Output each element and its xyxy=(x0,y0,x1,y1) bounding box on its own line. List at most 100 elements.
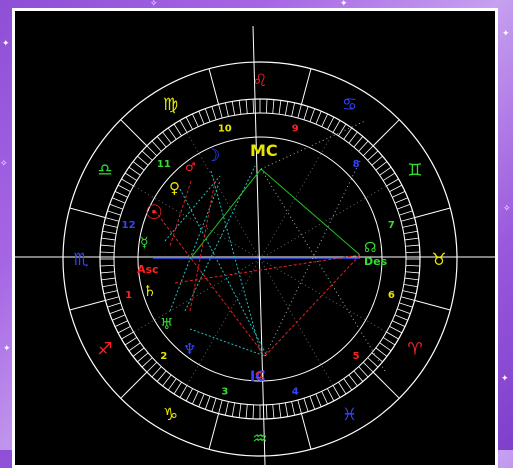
leo-icon: ♌ xyxy=(252,71,267,91)
house-number: 5 xyxy=(353,351,360,362)
degree-tick xyxy=(272,99,275,114)
degree-tick xyxy=(198,111,205,125)
degree-tick xyxy=(252,99,255,114)
moon-icon: ☽ xyxy=(205,146,220,166)
degree-tick xyxy=(371,155,383,166)
capricorn-icon: ♑ xyxy=(163,405,178,425)
gemini-icon: ♊ xyxy=(407,161,422,181)
degree-tick xyxy=(315,111,322,125)
degree-tick xyxy=(146,361,158,373)
degree-tick xyxy=(198,393,205,407)
house-cusp-line xyxy=(186,258,261,386)
degree-tick xyxy=(224,102,229,117)
degree-tick xyxy=(371,352,383,363)
degree-tick xyxy=(211,106,217,120)
sign-divider xyxy=(300,68,312,105)
degree-tick xyxy=(192,391,199,405)
degree-tick xyxy=(132,161,145,171)
planet-glyphs: ☽ ♂ ♀ ☉ ☿ ♄ ♅ ♆ ♃ ☊ xyxy=(140,146,376,385)
degree-tick xyxy=(151,366,162,378)
aquarius-icon: ♒ xyxy=(252,429,267,449)
degree-tick xyxy=(284,101,289,116)
degree-tick xyxy=(218,104,223,119)
asc-label: Asc xyxy=(137,263,159,276)
degree-tick xyxy=(167,127,177,140)
sign-divider xyxy=(69,207,106,219)
degree-tick xyxy=(117,184,131,192)
degree-tick xyxy=(109,203,123,210)
degree-tick xyxy=(238,100,242,115)
aspect-line xyxy=(174,254,361,284)
sign-divider xyxy=(120,119,148,147)
degree-tick xyxy=(343,127,353,140)
saturn-icon: ♄ xyxy=(143,282,156,300)
degree-tick xyxy=(353,370,364,382)
degree-tick xyxy=(179,120,188,133)
house-number: 2 xyxy=(160,351,167,362)
des-label: Des xyxy=(364,255,388,268)
pisces-icon: ♓ xyxy=(342,405,357,425)
degree-tick xyxy=(204,396,211,410)
degree-tick xyxy=(107,210,121,216)
degree-tick xyxy=(107,302,121,308)
degree-tick xyxy=(394,314,408,321)
sign-divider xyxy=(414,207,451,219)
house-number: 7 xyxy=(388,220,395,231)
natal-chart-canvas: ♌ ♋ ♊ ♉ ♈ ♓ ♒ ♑ ♐ ♏ ♎ ♍ 1 2 3 4 5 6 7 8 9 10 11 12 MC IC Asc D… xyxy=(15,11,495,465)
aspect-line xyxy=(184,165,256,312)
degree-tick xyxy=(382,337,396,346)
sparkle-decoration: ✦ xyxy=(501,374,509,384)
sagittarius-icon: ♐ xyxy=(97,340,112,360)
degree-tick xyxy=(404,237,419,241)
degree-tick xyxy=(100,251,115,254)
degree-tick xyxy=(382,172,396,181)
degree-tick xyxy=(112,314,126,321)
degree-tick xyxy=(218,399,223,414)
degree-tick xyxy=(121,331,134,340)
degree-tick xyxy=(173,381,182,395)
degree-tick xyxy=(321,391,328,405)
house-number: 12 xyxy=(122,220,136,231)
degree-tick xyxy=(103,290,118,295)
meridian-line xyxy=(252,25,266,465)
sparkle-decoration: ✦ xyxy=(502,29,510,39)
degree-tick xyxy=(399,210,413,216)
degree-tick xyxy=(362,145,374,157)
degree-tick xyxy=(185,388,193,402)
degree-tick xyxy=(404,277,419,281)
degree-tick xyxy=(321,113,328,127)
house-number: 9 xyxy=(292,124,299,135)
degree-tick xyxy=(102,230,117,235)
degree-tick xyxy=(156,136,167,148)
degree-tick xyxy=(141,357,153,368)
house-cusp-line xyxy=(259,258,387,333)
degree-tick xyxy=(103,223,118,228)
virgo-icon: ♍ xyxy=(163,95,178,115)
degree-tick xyxy=(100,244,115,247)
degree-tick xyxy=(343,378,353,391)
house-number: 8 xyxy=(353,159,360,170)
degree-tick xyxy=(278,100,282,115)
degree-tick xyxy=(124,172,138,181)
venus-icon: ♀ xyxy=(169,179,180,197)
neptune-icon: ♆ xyxy=(183,340,196,358)
degree-tick xyxy=(397,203,411,210)
aspect-line xyxy=(264,254,361,357)
degree-tick xyxy=(392,191,406,198)
degree-tick xyxy=(100,264,115,267)
degree-tick xyxy=(389,326,403,334)
sign-divider xyxy=(372,371,400,399)
degree-tick xyxy=(211,398,217,412)
sign-divider xyxy=(414,299,451,311)
degree-tick xyxy=(272,404,275,419)
degree-tick xyxy=(297,399,302,414)
degree-tick xyxy=(102,283,117,288)
degree-tick xyxy=(362,361,374,373)
degree-tick xyxy=(402,223,417,228)
jupiter-icon: ♃ xyxy=(253,367,266,385)
degree-tick xyxy=(105,217,120,222)
degree-tick xyxy=(245,404,248,419)
degree-tick xyxy=(399,302,413,308)
degree-tick xyxy=(367,150,379,161)
degree-tick xyxy=(245,99,248,114)
